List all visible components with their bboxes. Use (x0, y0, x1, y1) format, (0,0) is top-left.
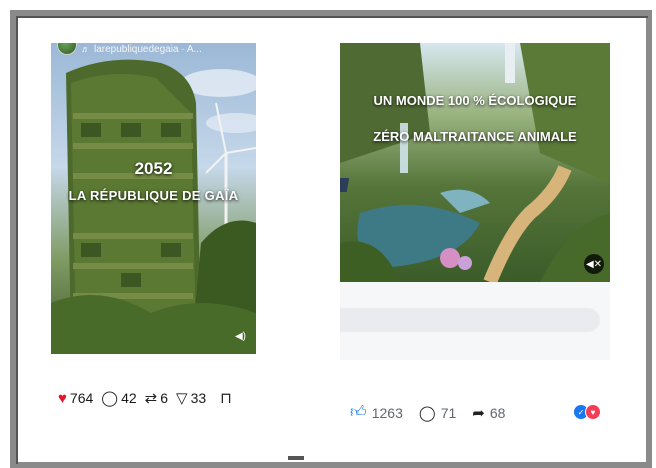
share-button[interactable]: ➦ 68 (472, 404, 505, 422)
left-title-year: 2052 (134, 159, 173, 178)
comment-count: 42 (121, 390, 137, 406)
comment-input[interactable] (340, 308, 600, 332)
send-icon: ▽ (176, 390, 188, 407)
share-count: 68 (489, 404, 506, 421)
repost-count: 6 (160, 390, 169, 406)
left-post-video[interactable]: ♬ larepubliquedegaia · A... 2052 LA RÉPU… (51, 43, 256, 354)
like-button[interactable]: 👍︎ 1263 (350, 403, 403, 422)
comment-button[interactable]: ◯ 71 (419, 404, 456, 422)
comment-button[interactable]: ◯ 42 (101, 389, 136, 407)
right-post-video[interactable]: UN MONDE 100 % ÉCOLOGIQUE ZÉRO MALTRAITA… (340, 43, 610, 282)
account-name[interactable]: larepubliquedegaia · A... (94, 44, 202, 55)
right-title-line1: UN MONDE 100 % ÉCOLOGIQUE (373, 93, 577, 108)
thumbs-up-icon: 👍︎ (350, 404, 367, 421)
like-count: 764 (69, 390, 94, 406)
love-reaction-icon: ♥ (585, 404, 601, 420)
speaker-muted-icon[interactable]: ◀✕ (584, 254, 604, 274)
comment-bubble-icon: ◯ (101, 390, 119, 407)
music-note-icon: ♬ (81, 44, 90, 54)
bottom-divider (288, 456, 304, 460)
right-post-action-bar: 👍︎ 1263 ◯ 71 ➦ 68 (350, 403, 513, 422)
comment-bubble-icon: ◯ (418, 404, 436, 422)
eco-landscape-illustration (340, 43, 610, 282)
reaction-summary[interactable]: ✓ ♥ (573, 404, 601, 420)
heart-icon: ♥ (58, 389, 67, 407)
left-title-text: LA RÉPUBLIQUE DE GAÏA (68, 188, 239, 203)
share-arrow-icon: ➦ (472, 404, 485, 422)
share-count: 33 (190, 390, 207, 406)
repost-icon: ⇄ (144, 390, 158, 407)
like-button[interactable]: ♥ 764 (58, 390, 93, 407)
bookmark-icon[interactable]: ⊓ (220, 389, 232, 407)
share-button[interactable]: ▽ 33 (176, 389, 206, 407)
repost-button[interactable]: ⇄ 6 (145, 389, 168, 407)
comment-count: 71 (440, 404, 457, 421)
account-avatar[interactable] (57, 43, 77, 55)
left-post-header[interactable]: ♬ larepubliquedegaia · A... (57, 43, 202, 55)
right-title-line2: ZÉRO MALTRAITANCE ANIMALE (373, 129, 577, 144)
speaker-icon[interactable]: ◀) (235, 331, 246, 342)
left-post-action-bar: ♥ 764 ◯ 42 ⇄ 6 ▽ 33 ⊓ (58, 389, 232, 408)
like-count: 1263 (371, 404, 403, 421)
